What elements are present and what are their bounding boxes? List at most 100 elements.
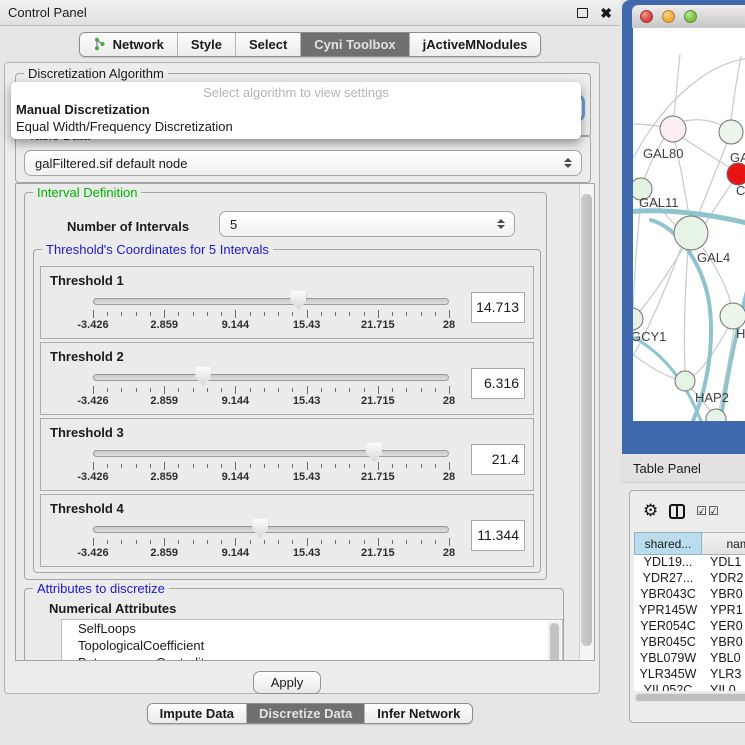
- table-row[interactable]: YLR345WYLR3: [634, 667, 745, 683]
- tick-mark: [221, 540, 222, 544]
- network-edge: [639, 248, 683, 312]
- table-row[interactable]: YBL079WYBL0: [634, 651, 745, 667]
- shared-name-cell: YBR043C: [634, 587, 702, 603]
- table-row[interactable]: YER054CYER0: [634, 619, 745, 635]
- threshold-value-field[interactable]: 11.344: [471, 520, 525, 551]
- table-hscrollbar-thumb[interactable]: [636, 694, 745, 701]
- tick-mark: [335, 540, 336, 544]
- tick-mark: [364, 464, 365, 468]
- top-tab-select[interactable]: Select: [236, 33, 301, 56]
- tick-label: 2.859: [150, 319, 178, 331]
- tick-mark: [349, 388, 350, 392]
- table-row[interactable]: YIL052CYIL0: [634, 683, 745, 691]
- attributes-scrollbar-thumb[interactable]: [550, 623, 559, 661]
- float-panel-icon[interactable]: [577, 8, 588, 18]
- tick-label: 9.144: [222, 319, 250, 331]
- list-item-selfloops[interactable]: SelfLoops: [62, 620, 562, 637]
- top-tab-jactivemnodules[interactable]: jActiveMNodules: [410, 33, 541, 56]
- network-node-gal80[interactable]: [660, 116, 686, 142]
- table-row[interactable]: YBR043CYBR0: [634, 587, 745, 603]
- threshold-value-field[interactable]: 14.713: [471, 292, 525, 323]
- gear-icon[interactable]: ⚙: [643, 503, 658, 520]
- table-row[interactable]: YDR27...YDR2: [634, 571, 745, 587]
- bottom-tab-infer-network[interactable]: Infer Network: [365, 704, 472, 723]
- network-window-titlebar: [632, 5, 745, 28]
- threshold-row-2: Threshold 2-3.4262.8599.14415.4321.71528…: [40, 342, 534, 415]
- number-of-intervals-combobox[interactable]: 5: [219, 211, 515, 237]
- tick-mark: [107, 312, 108, 316]
- tick-mark: [321, 540, 322, 544]
- tick-mark: [421, 388, 422, 392]
- select-checkboxes-icon[interactable]: ☑☑: [696, 504, 720, 518]
- threshold-value-field[interactable]: 21.4: [471, 444, 525, 475]
- slider-handle[interactable]: [195, 367, 211, 386]
- table-row[interactable]: YPR145WYPR1: [634, 603, 745, 619]
- tick-mark: [150, 312, 151, 316]
- settings-scrollbar-thumb[interactable]: [581, 194, 592, 646]
- close-window-icon[interactable]: [640, 10, 653, 23]
- network-canvas[interactable]: GAL80GACGAL11GAL4GCY1HHAP2: [633, 28, 745, 421]
- tick-mark: [349, 312, 350, 316]
- tick-label: -3.426: [77, 547, 108, 559]
- algorithm-hint-item: Select algorithm to view settings: [11, 85, 581, 100]
- top-tab-cyni-toolbox[interactable]: Cyni Toolbox: [301, 33, 409, 56]
- slider-track[interactable]: [93, 450, 449, 457]
- list-item-topologicalcoefficient[interactable]: TopologicalCoefficient: [62, 637, 562, 654]
- tick-mark: [250, 540, 251, 544]
- slider-handle[interactable]: [252, 519, 268, 538]
- tick-mark: [250, 312, 251, 316]
- tick-mark: [292, 388, 293, 392]
- shared-name-cell: YLR345W: [634, 667, 702, 683]
- table-row[interactable]: YDL19...YDL1: [634, 555, 745, 571]
- tick-mark: [121, 464, 122, 468]
- tick-mark: [178, 540, 179, 544]
- tick-label: 9.144: [222, 547, 250, 559]
- apply-button[interactable]: Apply: [253, 671, 321, 694]
- bottom-tab-impute-data[interactable]: Impute Data: [148, 704, 247, 723]
- tick-mark: [307, 310, 308, 318]
- attributes-list-scrollbar[interactable]: [548, 621, 561, 661]
- tick-mark: [449, 462, 450, 470]
- top-tab-network[interactable]: Network: [80, 33, 178, 56]
- node-label-gal80: GAL80: [643, 146, 683, 161]
- table-data-combobox[interactable]: galFiltered.sif default node: [24, 150, 582, 176]
- slider-handle[interactable]: [290, 291, 306, 310]
- tick-mark: [264, 540, 265, 544]
- columns-icon[interactable]: [669, 504, 685, 519]
- tick-label: 9.144: [222, 395, 250, 407]
- name-cell: YDL1: [702, 555, 745, 571]
- algorithm-option-equal-width[interactable]: Equal Width/Frequency Discretization: [16, 119, 233, 134]
- table-row[interactable]: YBR045CYBR0: [634, 635, 745, 651]
- column-header-name[interactable]: name: [702, 532, 745, 555]
- close-panel-icon[interactable]: ✖: [600, 8, 612, 18]
- top-tabs: NetworkStyleSelectCyni ToolboxjActiveMNo…: [79, 32, 542, 57]
- slider-track[interactable]: [93, 298, 449, 305]
- threshold-value-field[interactable]: 6.316: [471, 368, 525, 399]
- minimize-window-icon[interactable]: [662, 10, 675, 23]
- tick-mark: [378, 462, 379, 470]
- network-node-c[interactable]: [727, 163, 745, 185]
- tick-mark: [235, 310, 236, 318]
- list-item-betweennesscentrality[interactable]: BetweennessCentrality: [62, 654, 562, 661]
- node-label-hap2: HAP2: [695, 390, 729, 405]
- tick-mark: [178, 464, 179, 468]
- settings-vertical-scrollbar[interactable]: [579, 184, 594, 660]
- slider-track[interactable]: [93, 374, 449, 381]
- slider-ticks: [93, 538, 449, 546]
- name-cell: YPR1: [702, 603, 745, 619]
- slider-track[interactable]: [93, 526, 449, 533]
- network-node-gal4[interactable]: [674, 216, 708, 250]
- column-header-shared[interactable]: shared...: [634, 532, 702, 555]
- network-node-hap2[interactable]: [675, 371, 695, 391]
- network-node-ga[interactable]: [719, 120, 743, 144]
- top-tab-style[interactable]: Style: [178, 33, 236, 56]
- network-node-gcy1[interactable]: [633, 308, 643, 330]
- numerical-attributes-list[interactable]: SelfLoopsTopologicalCoefficientBetweenne…: [61, 619, 563, 661]
- algorithm-option-manual[interactable]: Manual Discretization: [16, 102, 150, 117]
- tick-mark: [292, 464, 293, 468]
- zoom-window-icon[interactable]: [684, 10, 697, 23]
- slider-handle[interactable]: [366, 443, 382, 462]
- name-cell: YBL0: [702, 651, 745, 667]
- table-horizontal-scrollbar[interactable]: [634, 693, 745, 702]
- bottom-tab-discretize-data[interactable]: Discretize Data: [247, 704, 365, 723]
